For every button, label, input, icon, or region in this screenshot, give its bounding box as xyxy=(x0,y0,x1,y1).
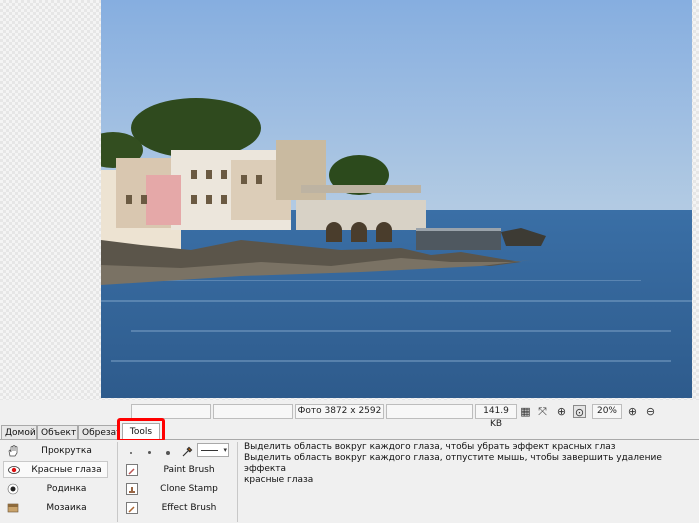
paint-brush-icon xyxy=(126,464,138,476)
tool-mosaic-label: Мозаика xyxy=(46,503,87,513)
description-line-2: Выделить область вокруг каждого глаза, о… xyxy=(244,453,662,474)
brush-style-dropdown[interactable]: ▾ xyxy=(197,443,229,457)
tool-effect-brush-label: Effect Brush xyxy=(161,503,217,513)
checker-icon[interactable]: ▦ xyxy=(519,405,532,418)
file-size: 141.9 KB xyxy=(475,404,517,429)
tool-clone-stamp-label: Clone Stamp xyxy=(160,484,218,494)
tab-home[interactable]: Домой xyxy=(1,425,37,440)
tool-mole[interactable]: Родинка xyxy=(3,481,108,498)
panel-separator-2 xyxy=(237,442,238,522)
brush-size-2[interactable] xyxy=(148,451,151,454)
clone-stamp-icon xyxy=(126,483,138,495)
tools-panel: Прокрутка Красные глаза Родинка Мозаика … xyxy=(0,440,699,523)
seaside-photo xyxy=(101,0,692,398)
photo-dimensions: Фото 3872 x 2592 xyxy=(295,404,384,419)
photo-canvas[interactable] xyxy=(101,0,692,398)
zoom-fit-icon[interactable]: ⊙ xyxy=(573,405,586,419)
panel-separator-1 xyxy=(117,442,118,522)
effect-brush-icon xyxy=(126,502,138,514)
tool-paint-brush-label: Paint Brush xyxy=(163,465,215,475)
zoom-in-icon[interactable]: ⊕ xyxy=(626,405,639,418)
description-line-1: Выделить область вокруг каждого глаза, ч… xyxy=(244,442,616,452)
tool-scroll[interactable]: Прокрутка xyxy=(3,443,108,460)
status-bar: Фото 3872 x 2592 141.9 KB ▦ ⤧ ⊕ ⊙ 20% ⊕ … xyxy=(0,403,699,429)
tab-tools[interactable]: Tools xyxy=(122,423,160,440)
tool-red-eye-label: Красные глаза xyxy=(31,465,102,475)
mosaic-icon xyxy=(7,502,19,514)
zoom-actual-icon[interactable]: ⊕ xyxy=(555,405,568,418)
status-cell-empty-1 xyxy=(131,404,211,419)
zoom-level: 20% xyxy=(592,404,622,419)
brush-style-preview xyxy=(201,450,218,451)
tool-description: Выделить область вокруг каждого глаза, ч… xyxy=(244,442,694,486)
status-cell-empty-3 xyxy=(386,404,473,419)
tool-clone-stamp[interactable]: Clone Stamp xyxy=(124,480,234,498)
image-viewer[interactable] xyxy=(0,0,699,400)
chevron-down-icon: ▾ xyxy=(223,446,227,454)
hand-icon xyxy=(7,445,19,457)
tool-effect-brush[interactable]: Effect Brush xyxy=(124,499,234,517)
eye-icon xyxy=(8,464,20,476)
tool-scroll-label: Прокрутка xyxy=(41,446,92,456)
zoom-out-icon[interactable]: ⊖ xyxy=(644,405,657,418)
brush-size-3[interactable] xyxy=(166,451,170,455)
tool-mole-label: Родинка xyxy=(46,484,87,494)
tab-crop[interactable]: Обрезат xyxy=(78,425,119,440)
tool-mosaic[interactable]: Мозаика xyxy=(3,500,108,517)
eyedropper-icon[interactable] xyxy=(181,446,193,458)
fit-screen-icon[interactable]: ⤧ xyxy=(536,405,549,418)
tab-object[interactable]: Объект xyxy=(37,425,78,440)
tool-paint-brush[interactable]: Paint Brush xyxy=(124,461,234,479)
mole-icon xyxy=(7,483,19,495)
brush-size-1[interactable] xyxy=(130,452,132,454)
tab-strip: Домой Объект Обрезат Tools xyxy=(0,423,699,440)
description-line-3: красные глаза xyxy=(244,475,314,485)
tool-red-eye[interactable]: Красные глаза xyxy=(3,461,108,478)
status-cell-empty-2 xyxy=(213,404,293,419)
